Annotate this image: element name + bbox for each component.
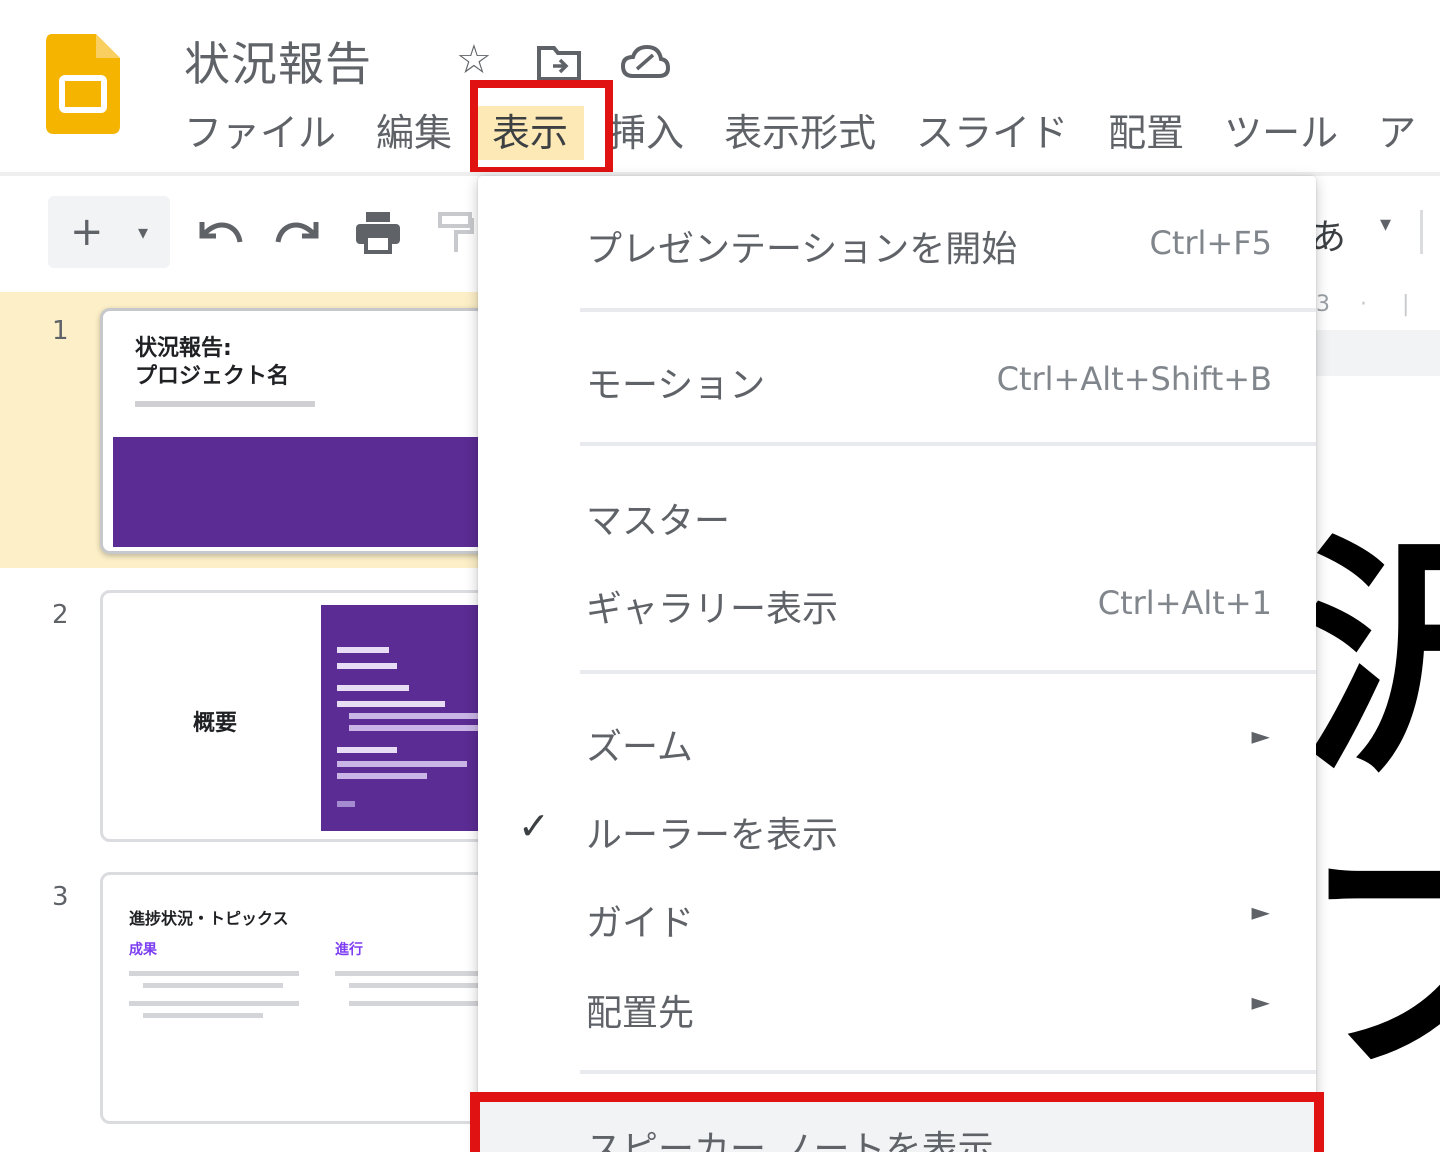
menu-item-label: ズーム (586, 727, 693, 768)
add-icon[interactable]: + (70, 196, 104, 268)
menu-separator (580, 670, 1316, 674)
menu-item-start-presentation[interactable]: プレゼンテーションを開始 Ctrl+F5 (478, 200, 1316, 280)
thumbnail-title: 概要 (193, 711, 238, 736)
thumbnail-title: 進捗状況・トピックス (129, 909, 289, 928)
menu-item-label: 配置先 (586, 993, 695, 1034)
horizontal-ruler[interactable]: 3 · | (1316, 290, 1440, 330)
menu-item-label: ギャラリー表示 (586, 589, 839, 630)
menu-bar: ファイル 編集 表示 挿入 表示形式 スライド 配置 ツール ア (184, 106, 1440, 160)
thumbnail-title: 状況報告: プロジェクト名 (135, 336, 290, 389)
menu-separator (580, 308, 1316, 312)
filmstrip-slide-3[interactable]: 3 進捗状況・トピックス 成果 進行 (0, 860, 500, 1130)
move-to-folder-icon[interactable] (536, 42, 582, 82)
menu-addons[interactable]: ア (1378, 106, 1416, 160)
menu-separator (580, 442, 1316, 446)
slides-logo-icon[interactable] (46, 34, 120, 134)
new-slide-button[interactable]: + ▾ (48, 196, 170, 268)
submenu-arrow-icon: ► (1251, 898, 1270, 926)
menu-item-shortcut: Ctrl+Alt+Shift+B (996, 360, 1272, 398)
dropdown-caret-icon[interactable]: ▾ (138, 196, 148, 268)
document-title[interactable]: 状況報告 (184, 28, 372, 94)
menu-format[interactable]: 表示形式 (724, 106, 876, 160)
input-tools-caret-icon[interactable]: ▾ (1380, 212, 1391, 237)
menu-item-show-ruler[interactable]: ✓ ルーラーを表示 (478, 786, 1316, 866)
slide-number: 3 (52, 882, 69, 912)
slide-title-line-2[interactable]: プロ (1316, 820, 1440, 1100)
thumbnail-color-panel (321, 605, 497, 831)
menu-item-motion[interactable]: モーション Ctrl+Alt+Shift+B (478, 336, 1316, 416)
menu-slide[interactable]: スライド (916, 106, 1068, 160)
thumbnail-color-band (113, 437, 497, 547)
slide-canvas[interactable]: 沢 プロ (1316, 376, 1440, 1152)
submenu-arrow-icon: ► (1251, 988, 1270, 1016)
menu-file[interactable]: ファイル (184, 106, 336, 160)
slides-app: 状況報告 ☆ ファイル 編集 表示 挿入 表示形式 スライド 配置 ツール ア … (0, 0, 1440, 1152)
filmstrip-slide-2[interactable]: 2 概要 (0, 576, 500, 846)
menu-item-shortcut: Ctrl+F5 (1149, 224, 1272, 262)
filmstrip-slide-1[interactable]: 1 状況報告: プロジェクト名 (0, 292, 500, 568)
menu-item-gallery-view[interactable]: ギャラリー表示 Ctrl+Alt+1 (478, 560, 1316, 640)
toolbar-divider (1420, 210, 1423, 254)
paint-format-icon[interactable] (438, 210, 474, 256)
menu-item-guides[interactable]: ガイド ► (478, 874, 1316, 954)
thumbnail-column-heading: 進行 (335, 942, 363, 958)
menu-item-master[interactable]: マスター (478, 472, 1316, 552)
slide-thumbnail[interactable]: 状況報告: プロジェクト名 (100, 308, 500, 554)
menu-edit[interactable]: 編集 (376, 106, 452, 160)
menu-item-shortcut: Ctrl+Alt+1 (1097, 584, 1272, 622)
slide-number: 2 (52, 600, 69, 630)
redo-icon[interactable] (274, 214, 322, 254)
thumbnail-subtitle-line (135, 401, 315, 407)
menu-separator (580, 1070, 1316, 1074)
slide-thumbnail[interactable]: 概要 (100, 590, 500, 842)
submenu-arrow-icon: ► (1251, 722, 1270, 750)
slide-thumbnail[interactable]: 進捗状況・トピックス 成果 進行 (100, 872, 500, 1124)
cloud-status-icon[interactable] (620, 44, 670, 80)
print-icon[interactable] (354, 210, 402, 256)
slide-number: 1 (52, 316, 69, 346)
undo-icon[interactable] (196, 214, 244, 254)
menu-item-label: ガイド (586, 903, 695, 944)
thumbnail-column-heading: 成果 (129, 942, 157, 958)
menu-item-label: マスター (586, 501, 731, 542)
menu-item-label: プレゼンテーションを開始 (586, 229, 1018, 270)
checkmark-icon: ✓ (518, 804, 550, 848)
menu-tools[interactable]: ツール (1224, 106, 1338, 160)
view-menu-highlight-box (470, 80, 613, 175)
menu-insert[interactable]: 挿入 (608, 106, 684, 160)
star-icon[interactable]: ☆ (456, 38, 492, 82)
view-menu-dropdown: プレゼンテーションを開始 Ctrl+F5 モーション Ctrl+Alt+Shif… (478, 176, 1316, 1152)
speaker-notes-highlight-box (470, 1092, 1324, 1152)
ruler-marker: 3 (1316, 292, 1330, 317)
slide-title-line-1[interactable]: 沢 (1316, 520, 1440, 800)
menu-arrange[interactable]: 配置 (1108, 106, 1184, 160)
menu-item-zoom[interactable]: ズーム ► (478, 698, 1316, 778)
menu-item-label: ルーラーを表示 (586, 815, 839, 856)
menu-item-snap-to[interactable]: 配置先 ► (478, 964, 1316, 1044)
menu-item-label: モーション (586, 365, 766, 406)
